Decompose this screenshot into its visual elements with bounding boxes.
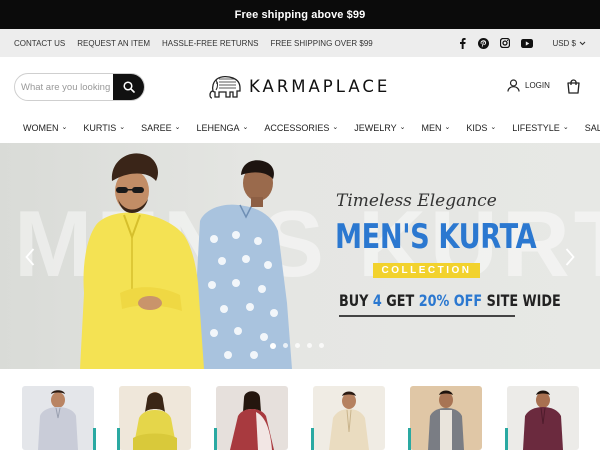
card-accent [311,428,314,450]
brand-wordmark: KARMAPLACE [249,76,391,96]
slide-dot[interactable] [270,343,276,349]
shopping-bag-icon [567,79,580,94]
currency-label: USD $ [552,38,576,48]
hero-prev-button[interactable] [22,246,38,268]
chevron-down-icon [579,39,586,48]
category-card[interactable] [311,386,385,450]
nav-label: KIDS [466,123,488,133]
chevron-down-icon: ⌄ [174,124,181,131]
main-nav: WOMEN ⌄ KURTIS ⌄ SAREE ⌄ LEHENGA ⌄ ACCESSORI… [0,115,600,141]
offer-underline [339,315,515,317]
free-shipping-link[interactable]: FREE SHIPPING OVER $99 [271,39,373,48]
social-links [458,37,534,49]
card-accent [408,428,411,450]
youtube-icon[interactable] [521,38,534,48]
returns-link[interactable]: HASSLE-FREE RETURNS [162,39,258,48]
card-accent [93,428,96,450]
nav-item-lifestyle[interactable]: LIFESTYLE ⌄ [512,123,568,133]
announcement-bar: Free shipping above $99 [0,0,600,29]
search-button[interactable] [113,74,144,100]
offer-text-sitewide: SITE WIDE [482,291,561,310]
nav-label: WOMEN [23,123,59,133]
nav-item-kids[interactable]: KIDS ⌄ [466,123,496,133]
nav-label: JEWELRY [354,123,397,133]
announcement-text: Free shipping above $99 [234,8,366,21]
instagram-icon[interactable] [500,38,511,48]
nav-item-men[interactable]: MEN ⌄ [422,123,451,133]
category-image [216,386,288,450]
category-image [410,386,482,450]
chevron-down-icon: ⌄ [332,124,339,131]
card-accent [505,428,508,450]
nav-item-women[interactable]: WOMEN ⌄ [23,123,67,133]
nav-label: LEHENGA [196,123,240,133]
search-bar [14,73,145,101]
offer-text-discount: 20% OFF [418,291,483,310]
slide-indicators [270,343,324,349]
offer-text-get: GET [381,291,419,310]
nav-item-kurtis[interactable]: KURTIS ⌄ [83,123,125,133]
currency-selector[interactable]: USD $ [552,39,586,48]
category-card[interactable] [505,386,579,450]
chevron-down-icon: ⌄ [119,124,126,131]
slide-dot[interactable] [319,343,324,348]
offer-text-buy: BUY [339,291,373,310]
search-icon [122,81,135,93]
nav-label: LIFESTYLE [512,123,560,133]
site-header: KARMAPLACE LOGIN [0,57,600,115]
pinterest-icon[interactable] [478,37,490,49]
card-accent [214,428,217,450]
slide-dot[interactable] [295,343,300,348]
hero-headline: MEN'S KURTA [335,217,537,257]
nav-item-accessories[interactable]: ACCESSORIES ⌄ [264,123,338,133]
category-image [119,386,191,450]
category-card[interactable] [214,386,288,450]
chevron-down-icon: ⌄ [61,124,68,131]
category-strip [0,369,600,450]
chevron-down-icon: ⌄ [562,124,569,131]
nav-item-sale[interactable]: SALE⌄ [585,123,600,133]
nav-label: MEN [421,123,442,133]
nav-label: SAREE [141,123,172,133]
category-card[interactable] [408,386,482,450]
nav-label: KURTIS [83,123,117,133]
login-label: LOGIN [525,81,550,90]
elephant-logo-icon [209,75,241,99]
category-card[interactable] [117,386,191,450]
search-input[interactable] [15,74,114,100]
chevron-down-icon: ⌄ [399,124,406,131]
utility-links: CONTACT US REQUEST AN ITEM HASSLE-FREE R… [14,39,373,48]
nav-label: SALE [584,123,600,133]
brand-logo[interactable]: KARMAPLACE [207,71,390,101]
request-item-link[interactable]: REQUEST AN ITEM [77,39,150,48]
facebook-icon[interactable] [458,37,467,49]
slide-dot[interactable] [283,343,288,348]
utility-bar: CONTACT US REQUEST AN ITEM HASSLE-FREE R… [0,29,600,57]
hero-script-heading: Timeless Elegance [336,191,497,211]
hero-next-button[interactable] [562,246,578,268]
collection-label: COLLECTION [381,265,472,276]
hero-offer-text: BUY 4 GET 20% OFF SITE WIDE [339,291,561,310]
cart-button[interactable] [566,79,581,99]
nav-label: ACCESSORIES [264,123,330,133]
hero-banner[interactable]: MEN'S KURTA Timeless Ele [0,143,600,369]
category-image [22,386,94,450]
category-card[interactable] [22,386,96,450]
contact-us-link[interactable]: CONTACT US [14,39,65,48]
card-accent [117,428,120,450]
user-icon [507,79,520,92]
nav-item-saree[interactable]: SAREE ⌄ [141,123,180,133]
category-image [313,386,385,450]
chevron-down-icon: ⌄ [242,124,249,131]
collection-badge: COLLECTION [373,263,480,278]
login-link[interactable]: LOGIN [507,79,550,92]
nav-item-jewelry[interactable]: JEWELRY ⌄ [354,123,405,133]
category-image [507,386,579,450]
nav-item-lehenga[interactable]: LEHENGA ⌄ [196,123,248,133]
chevron-right-icon [565,248,575,266]
chevron-down-icon: ⌄ [444,124,451,131]
slide-dot[interactable] [307,343,312,348]
chevron-down-icon: ⌄ [490,124,497,131]
chevron-left-icon [25,248,35,266]
